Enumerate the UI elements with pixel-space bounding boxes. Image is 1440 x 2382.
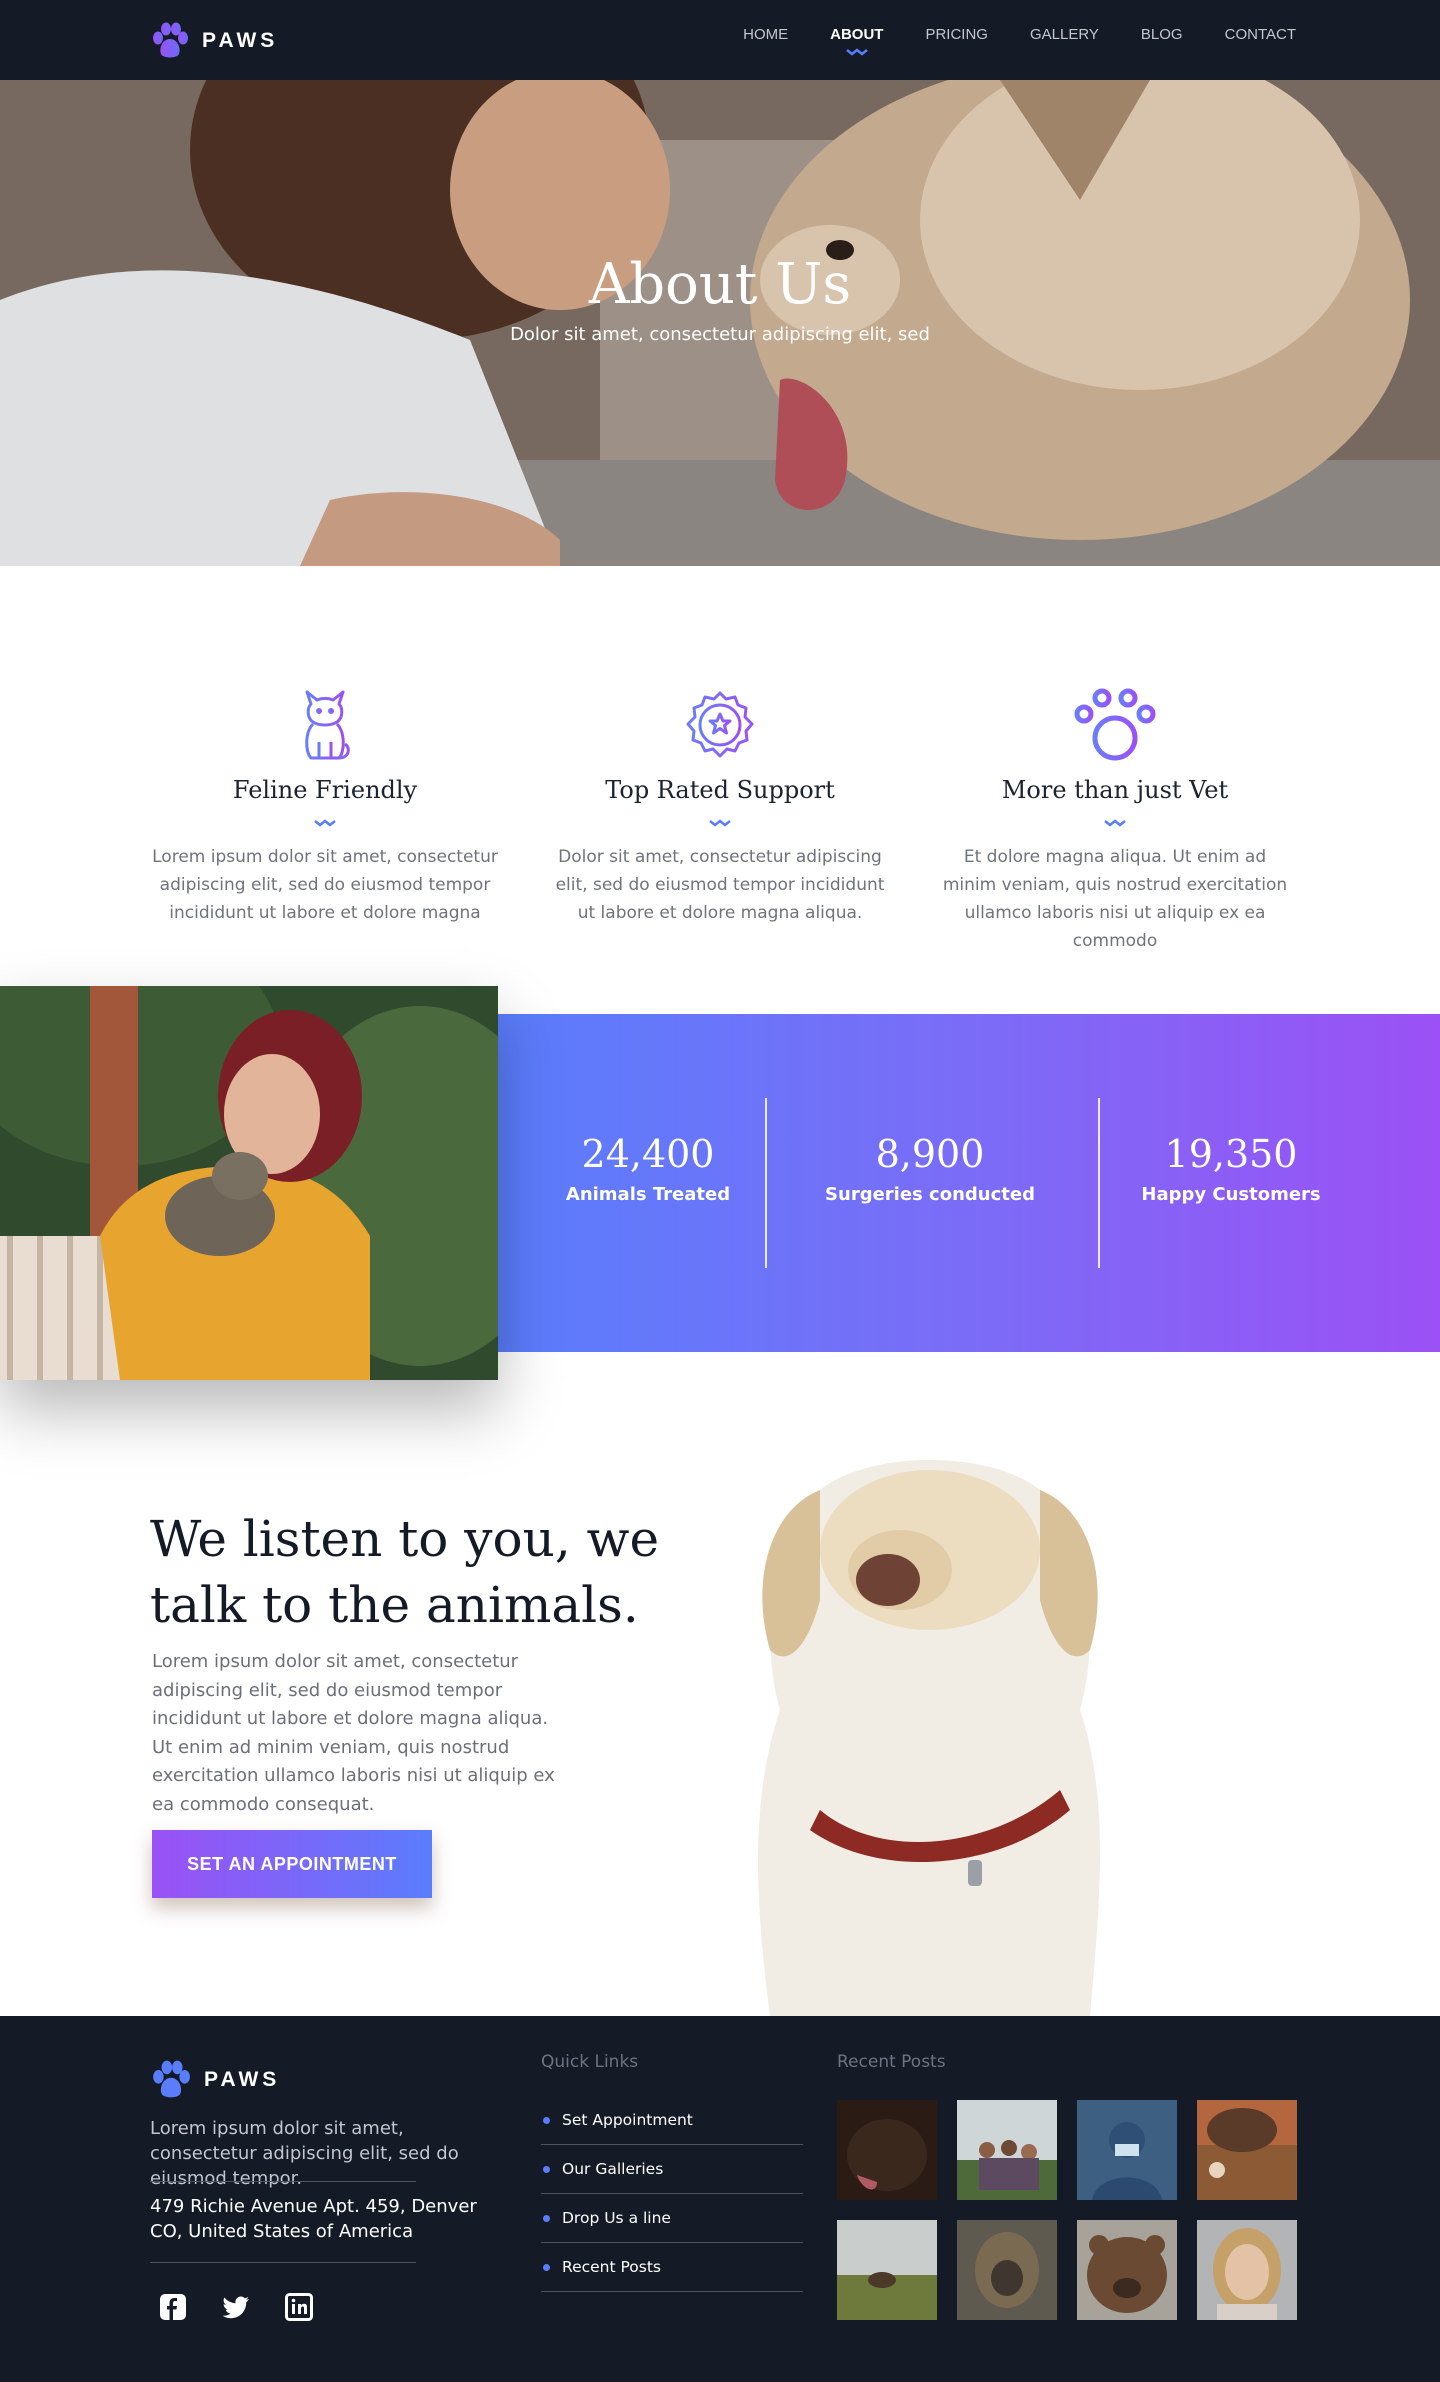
quick-links-list: Set Appointment Our Galleries Drop Us a … — [541, 2096, 803, 2292]
recent-post-thumbnail[interactable] — [1077, 2220, 1177, 2320]
feature-title: More than just Vet — [1001, 776, 1229, 804]
brand-logo[interactable]: PAWS — [150, 22, 278, 60]
features-section: Feline Friendly Lorem ipsum dolor sit am… — [150, 680, 1290, 955]
bullet-dot-icon — [543, 2263, 550, 2271]
quick-link-label: Our Galleries — [562, 2160, 664, 2178]
quick-link-label: Drop Us a line — [562, 2209, 671, 2227]
twitter-icon[interactable] — [221, 2292, 251, 2322]
footer-brand-name: PAWS — [204, 2068, 281, 2091]
footer-address-line2: CO, United States of America — [150, 2221, 414, 2242]
hero-banner: About Us Dolor sit amet, consectetur adi… — [0, 80, 1440, 566]
linkedin-icon[interactable] — [284, 2292, 314, 2322]
section-heading-line2: talk to the animals. — [150, 1576, 639, 1634]
stat-value: 8,900 — [875, 1132, 985, 1176]
feature-text: Lorem ipsum dolor sit amet, consectetur … — [152, 847, 498, 923]
facebook-icon[interactable] — [158, 2292, 188, 2322]
quick-link-label: Set Appointment — [562, 2111, 693, 2129]
recent-post-thumbnail[interactable] — [1197, 2220, 1297, 2320]
footer-divider — [150, 2262, 416, 2263]
nav-home[interactable]: HOME — [743, 26, 788, 43]
site-footer: PAWS Lorem ipsum dolor sit amet, consect… — [0, 2016, 1440, 2382]
recent-post-thumbnail[interactable] — [837, 2220, 937, 2320]
nav-about[interactable]: ABOUT — [830, 26, 884, 56]
nav-contact[interactable]: CONTACT — [1225, 26, 1296, 43]
paw-logo-icon — [153, 22, 188, 58]
quick-links-heading: Quick Links — [541, 2052, 639, 2072]
recent-posts-heading: Recent Posts — [837, 2052, 946, 2072]
feature-card: Feline Friendly Lorem ipsum dolor sit am… — [150, 680, 500, 955]
feature-title: Top Rated Support — [605, 776, 835, 804]
recent-post-thumbnail[interactable] — [1197, 2100, 1297, 2200]
feature-text: Et dolore magna aliqua. Ut enim ad minim… — [942, 847, 1288, 951]
stat-label: Surgeries conducted — [825, 1184, 1035, 1205]
page-subtitle: Dolor sit amet, consectetur adipiscing e… — [510, 324, 930, 345]
stat-item: 24,400 Animals Treated — [498, 1132, 798, 1205]
stat-label: Animals Treated — [565, 1184, 731, 1205]
feature-card: More than just Vet Et dolore magna aliqu… — [940, 680, 1290, 955]
stat-label: Happy Customers — [1141, 1184, 1321, 1205]
nav-about-label: ABOUT — [830, 26, 884, 43]
squiggle-icon — [1104, 819, 1126, 827]
feature-title: Feline Friendly — [232, 776, 418, 804]
photo-labrador-dog — [660, 1420, 1220, 2016]
stat-divider — [765, 1098, 767, 1268]
social-links — [158, 2292, 314, 2322]
bullet-dot-icon — [543, 2214, 550, 2222]
feature-card: Top Rated Support Dolor sit amet, consec… — [545, 680, 895, 955]
nav-blog[interactable]: BLOG — [1141, 26, 1183, 43]
recent-post-thumbnail[interactable] — [1077, 2100, 1177, 2200]
recent-post-thumbnail[interactable] — [957, 2220, 1057, 2320]
footer-address-line1: 479 Richie Avenue Apt. 459, Denver — [150, 2196, 477, 2217]
star-badge-icon — [686, 691, 754, 758]
stat-value: 24,400 — [581, 1132, 715, 1176]
recent-post-thumbnail[interactable] — [957, 2100, 1057, 2200]
main-menu: HOME ABOUT PRICING GALLERY BLOG CONTACT — [743, 26, 1296, 56]
stats-band: 24,400 Animals Treated 8,900 Surgeries c… — [498, 1014, 1440, 1352]
section-heading-line1: We listen to you, we — [150, 1510, 660, 1568]
section-text: Lorem ipsum dolor sit amet, consectetur … — [152, 1651, 555, 1815]
footer-logo[interactable]: PAWS — [150, 2060, 280, 2100]
quick-link-recent-posts[interactable]: Recent Posts — [541, 2243, 803, 2292]
squiggle-icon — [314, 819, 336, 827]
photo-woman-with-cat — [0, 986, 498, 1380]
stat-value: 19,350 — [1164, 1132, 1298, 1176]
hero-photo-woman-and-dog — [0, 80, 1440, 566]
brand-name: PAWS — [202, 29, 279, 52]
stat-item: 19,350 Happy Customers — [1081, 1132, 1381, 1205]
quick-link-drop-us-a-line[interactable]: Drop Us a line — [541, 2194, 803, 2243]
recent-posts-grid — [837, 2100, 1297, 2320]
footer-divider — [150, 2181, 416, 2182]
page-title: About Us — [588, 252, 852, 317]
stat-item: 8,900 Surgeries conducted — [780, 1132, 1080, 1205]
nav-gallery[interactable]: GALLERY — [1030, 26, 1099, 43]
feature-text: Dolor sit amet, consectetur adipiscing e… — [555, 847, 885, 923]
paw-logo-icon — [153, 2060, 190, 2098]
bullet-dot-icon — [543, 2165, 550, 2173]
quick-link-our-galleries[interactable]: Our Galleries — [541, 2145, 803, 2194]
quick-link-label: Recent Posts — [562, 2258, 662, 2276]
footer-description: Lorem ipsum dolor sit amet, consectetur … — [150, 2118, 459, 2189]
quick-link-set-appointment[interactable]: Set Appointment — [541, 2096, 803, 2145]
cat-icon — [305, 690, 350, 760]
paw-print-icon — [1074, 688, 1156, 761]
footer-address: 479 Richie Avenue Apt. 459, Denver CO, U… — [150, 2194, 510, 2244]
top-navbar: PAWS HOME ABOUT PRICING GALLERY BLOG CON… — [0, 0, 1440, 80]
squiggle-icon — [709, 819, 731, 827]
bullet-dot-icon — [543, 2116, 550, 2124]
section-heading: We listen to you, we talk to the animals… — [150, 1506, 670, 1638]
recent-post-thumbnail[interactable] — [837, 2100, 937, 2200]
active-squiggle-icon — [846, 48, 868, 56]
set-appointment-button[interactable]: SET AN APPOINTMENT — [152, 1830, 432, 1898]
nav-pricing[interactable]: PRICING — [925, 26, 988, 43]
